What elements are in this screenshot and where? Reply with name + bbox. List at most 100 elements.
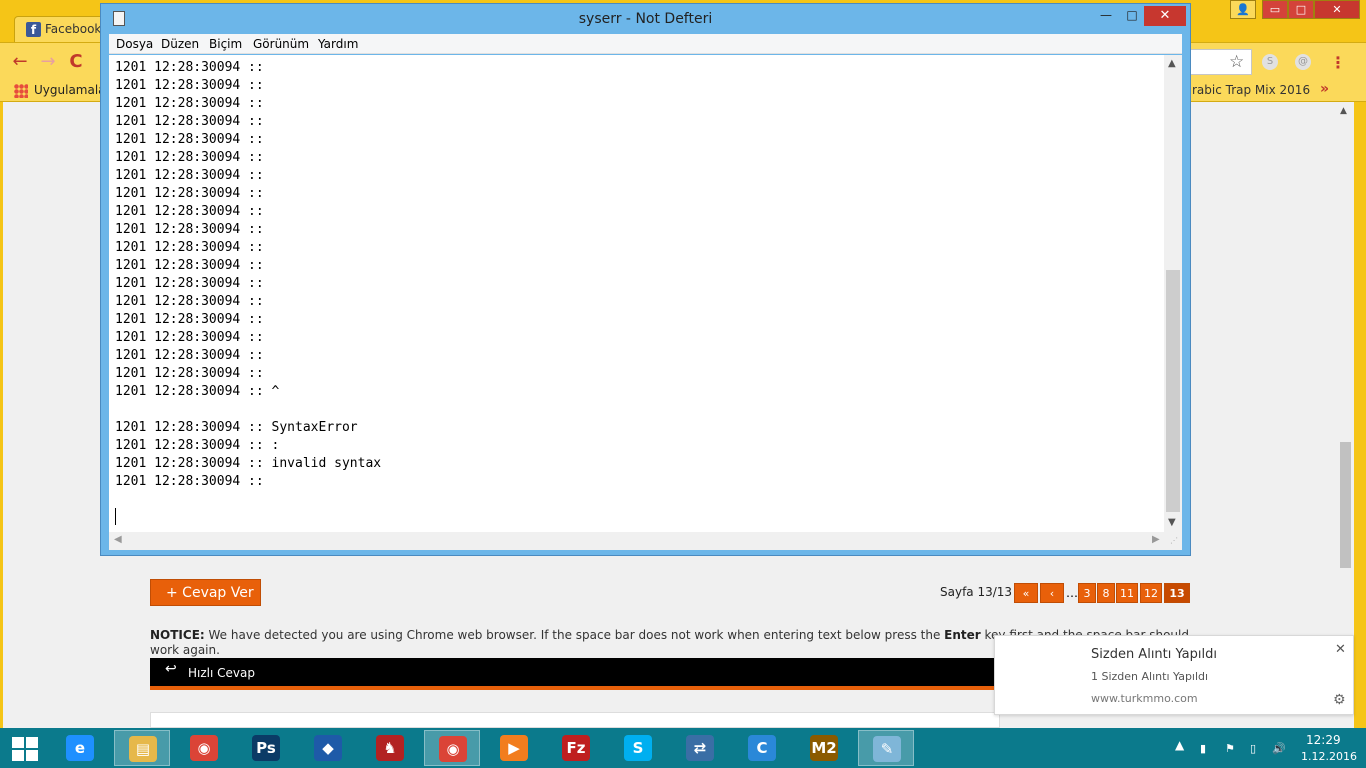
notepad-minimize-button[interactable]: —: [1094, 8, 1118, 22]
taskbar-ccleaner[interactable]: C: [734, 730, 790, 766]
start-button[interactable]: [12, 737, 38, 761]
taskbar-chrome-2[interactable]: ◉: [424, 730, 480, 766]
scroll-right-icon[interactable]: ▶: [1152, 534, 1160, 545]
text-line: 1201 12:28:30094 :: invalid syntax: [115, 456, 382, 471]
filezilla-icon: Fz: [562, 735, 590, 761]
taskbar-file-explorer[interactable]: ▤: [114, 730, 170, 766]
menu-duzen[interactable]: Düzen: [161, 37, 199, 51]
page-button[interactable]: 3: [1078, 583, 1096, 603]
taskbar-network-tool[interactable]: ⇄: [672, 730, 728, 766]
taskbar-filezilla[interactable]: Fz: [548, 730, 604, 766]
extension-icon[interactable]: @: [1295, 54, 1311, 70]
internet-explorer-icon: e: [66, 735, 94, 761]
bookmark-apps[interactable]: Uygulamalar: [34, 83, 110, 97]
text-line: 1201 12:28:30094 :: :: [115, 438, 280, 453]
browser-maximize-button[interactable]: □: [1288, 0, 1314, 19]
network-signal-icon[interactable]: ▮: [1200, 742, 1206, 755]
reply-editor[interactable]: [150, 712, 1000, 728]
current-page-button[interactable]: 13: [1164, 583, 1190, 603]
resize-grip-icon[interactable]: ⋰: [1170, 536, 1178, 545]
pagination-ellipsis: …: [1066, 586, 1078, 600]
taskbar-skype[interactable]: S: [610, 730, 666, 766]
scroll-down-icon[interactable]: ▼: [1168, 517, 1176, 528]
clock-time[interactable]: 12:29: [1306, 733, 1341, 747]
browser-minimize-button[interactable]: ▭: [1262, 0, 1288, 19]
taskbar-chrome[interactable]: ◉: [176, 730, 232, 766]
notification-title: Sizden Alıntı Yapıldı: [1091, 647, 1217, 662]
notepad-horizontal-scrollbar[interactable]: ◀ ▶ ⋰: [109, 532, 1182, 550]
taskbar-game-app[interactable]: ♞: [362, 730, 418, 766]
forward-arrow-icon[interactable]: →: [38, 53, 58, 71]
text-line: 1201 12:28:30094 ::: [115, 186, 264, 201]
taskbar-photoshop[interactable]: Ps: [238, 730, 294, 766]
volume-icon[interactable]: 🔊: [1272, 742, 1286, 755]
taskbar-virtualbox[interactable]: ◆: [300, 730, 356, 766]
text-line: 1201 12:28:30094 ::: [115, 240, 264, 255]
notepad-vertical-scrollbar[interactable]: ▲ ▼: [1164, 55, 1182, 532]
reply-button[interactable]: + Cevap Ver: [150, 579, 261, 606]
taskbar-notepad[interactable]: ✎: [858, 730, 914, 766]
text-line: 1201 12:28:30094 ::: [115, 114, 264, 129]
ccleaner-icon: C: [748, 735, 776, 761]
notepad-titlebar[interactable]: syserr - Not Defteri — □ ✕: [101, 4, 1190, 34]
page-button[interactable]: 8: [1097, 583, 1115, 603]
virtualbox-icon: ◆: [314, 735, 342, 761]
action-center-flag-icon[interactable]: ⚑: [1225, 742, 1235, 755]
chrome-2-icon: ◉: [439, 736, 467, 762]
scroll-left-icon[interactable]: ◀: [114, 534, 122, 545]
notepad-scroll-thumb[interactable]: [1166, 270, 1180, 512]
battery-icon[interactable]: ▯: [1250, 742, 1256, 755]
menu-dosya[interactable]: Dosya: [116, 37, 153, 51]
page-scroll-thumb[interactable]: [1340, 442, 1351, 568]
reply-arrow-icon: ↩: [165, 661, 177, 677]
network-tool-icon: ⇄: [686, 735, 714, 761]
notepad-maximize-button[interactable]: □: [1120, 8, 1144, 22]
photoshop-icon: Ps: [252, 735, 280, 761]
prev-page-button[interactable]: ‹: [1040, 583, 1064, 603]
metin2-icon: M2: [810, 735, 838, 761]
notification-close-icon[interactable]: ✕: [1335, 642, 1346, 657]
text-line: 1201 12:28:30094 ::: [115, 294, 264, 309]
text-line: 1201 12:28:30094 ::: [115, 96, 264, 111]
notification-site: www.turkmmo.com: [1091, 692, 1198, 705]
menu-bicim[interactable]: Biçim: [209, 37, 242, 51]
taskbar-internet-explorer[interactable]: e: [52, 730, 108, 766]
bookmark-star-icon[interactable]: ☆: [1229, 52, 1244, 72]
text-line: 1201 12:28:30094 ::: [115, 150, 264, 165]
text-line: 1201 12:28:30094 ::: [115, 78, 264, 93]
notification-toast[interactable]: Sizden Alıntı Yapıldı 1 Sizden Alıntı Ya…: [994, 635, 1354, 715]
menu-gorunum[interactable]: Görünüm: [253, 37, 309, 51]
browser-menu-icon[interactable]: ⋮: [1330, 53, 1346, 72]
bookmark-trap-mix[interactable]: rabic Trap Mix 2016: [1192, 83, 1310, 97]
back-arrow-icon[interactable]: ←: [10, 53, 30, 71]
notepad-close-button[interactable]: ✕: [1144, 6, 1186, 26]
scroll-up-icon[interactable]: ▲: [1340, 106, 1347, 116]
clock-date[interactable]: 1.12.2016: [1301, 750, 1357, 763]
page-button[interactable]: 11: [1116, 583, 1138, 603]
facebook-icon: f: [26, 22, 41, 37]
browser-tab-facebook[interactable]: f Facebook: [14, 16, 110, 42]
taskbar-metin2[interactable]: M2: [796, 730, 852, 766]
taskbar-media-player[interactable]: ▶: [486, 730, 542, 766]
user-profile-button[interactable]: 👤: [1230, 0, 1256, 19]
browser-close-button[interactable]: ✕: [1314, 0, 1360, 19]
scroll-up-icon[interactable]: ▲: [1168, 58, 1176, 69]
tray-overflow-icon[interactable]: ▲: [1175, 738, 1184, 752]
text-line: 1201 12:28:30094 :: ^: [115, 384, 280, 399]
skype-extension-icon[interactable]: S: [1262, 54, 1278, 70]
first-page-button[interactable]: «: [1014, 583, 1038, 603]
text-line: 1201 12:28:30094 ::: [115, 168, 264, 183]
menu-yardim[interactable]: Yardım: [318, 37, 358, 51]
apps-grid-icon[interactable]: [14, 84, 28, 98]
notification-settings-icon[interactable]: ⚙: [1333, 692, 1346, 708]
text-line: 1201 12:28:30094 ::: [115, 330, 264, 345]
text-caret: [115, 508, 116, 525]
bookmarks-more-icon[interactable]: »: [1320, 81, 1329, 97]
text-line: 1201 12:28:30094 :: SyntaxError: [115, 420, 358, 435]
text-line: 1201 12:28:30094 ::: [115, 312, 264, 327]
notepad-text-area[interactable]: 1201 12:28:30094 :: 1201 12:28:30094 :: 12…: [109, 55, 1182, 532]
file-explorer-icon: ▤: [129, 736, 157, 762]
text-line: [115, 401, 381, 419]
page-button[interactable]: 12: [1140, 583, 1162, 603]
reload-icon[interactable]: C: [66, 53, 86, 71]
